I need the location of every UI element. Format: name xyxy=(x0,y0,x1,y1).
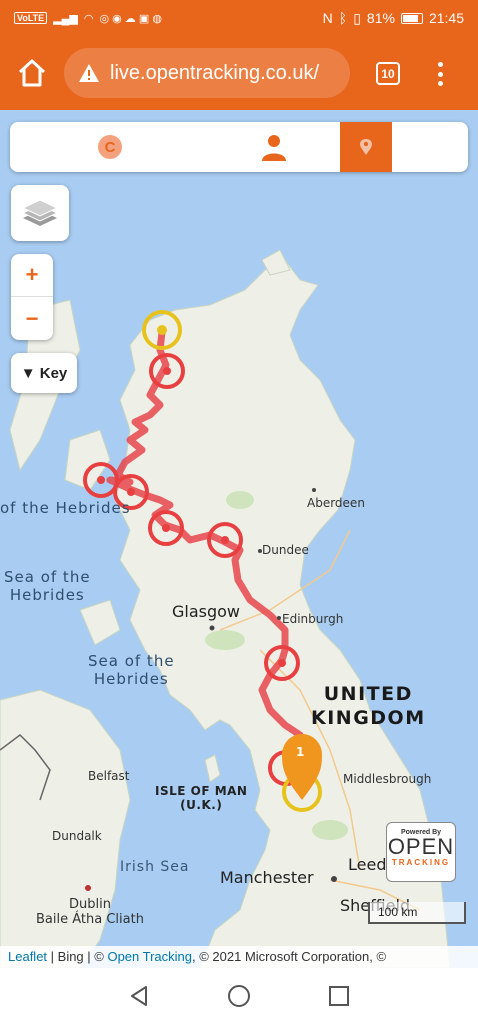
city-dot xyxy=(209,625,215,631)
signal-icon: ▂▄▆ xyxy=(53,12,78,25)
home-nav-button[interactable] xyxy=(227,984,251,1008)
open-tracking-logo[interactable]: Powered By OPEN TRACKING xyxy=(386,822,456,882)
browser-toolbar: live.opentracking.co.uk/ 10 xyxy=(0,36,478,110)
url-text: live.opentracking.co.uk/ xyxy=(110,61,320,84)
notification-icons: ◎ ◉ ☁ ▣ ◍ xyxy=(99,12,162,25)
map-label-dublin: Dublin Baile Átha Cliath xyxy=(36,897,144,927)
location-pin-icon xyxy=(360,139,372,155)
home-button[interactable] xyxy=(16,58,48,88)
battery-percent: 81% xyxy=(366,10,395,26)
scale-bar: 100 km xyxy=(368,902,466,924)
wifi-icon: ◠ xyxy=(83,12,94,25)
city-dot xyxy=(85,885,91,891)
overflow-menu-button[interactable] xyxy=(432,60,448,88)
status-bar: VoLTE ▂▄▆ ◠ ◎ ◉ ☁ ▣ ◍ N ᛒ ▯ 81% 21:45 xyxy=(0,0,478,36)
map-label-dundee: Dundee xyxy=(262,543,309,557)
bluetooth-icon: ᛒ xyxy=(338,10,348,26)
attribution-rest: , © 2021 Microsoft Corporation, © xyxy=(192,949,387,964)
map-label-sea-hebrides-2: Sea of the Hebrides xyxy=(88,652,175,688)
park-area xyxy=(312,820,348,840)
map-label-manchester: Manchester xyxy=(220,868,314,887)
map-label-isle-of-man: ISLE OF MAN (U.K.) xyxy=(155,784,248,812)
tab-location[interactable] xyxy=(340,122,392,172)
c-badge: C xyxy=(98,135,122,159)
map-label-united-kingdom: UNITED KINGDOM xyxy=(311,683,426,729)
open-tracking-link[interactable]: Open Tracking xyxy=(107,949,192,964)
home-icon xyxy=(18,59,46,87)
tab-switcher-button[interactable]: 10 xyxy=(376,62,400,85)
layers-button[interactable] xyxy=(11,185,69,241)
map-label-middlesbrough: Middlesbrough xyxy=(343,772,432,786)
zoom-control: + − xyxy=(11,254,53,340)
vibrate-icon: ▯ xyxy=(353,9,361,26)
map-label-dundalk: Dundalk xyxy=(52,829,102,843)
nfc-icon: N xyxy=(322,10,333,26)
brand-name: OPEN xyxy=(387,834,455,859)
warning-icon xyxy=(78,63,100,83)
status-left: VoLTE ▂▄▆ ◠ ◎ ◉ ☁ ▣ ◍ xyxy=(14,12,162,25)
city-dot xyxy=(277,616,281,620)
person-icon xyxy=(262,135,286,161)
map-label-irish-sea: Irish Sea xyxy=(120,859,190,875)
zoom-in-button[interactable]: + xyxy=(11,254,53,297)
leaflet-link[interactable]: Leaflet xyxy=(8,949,47,964)
brand-sub: TRACKING xyxy=(391,858,451,867)
tracking-panel: C xyxy=(10,122,468,172)
map-label-hebrides-top: of the Hebrides xyxy=(0,499,131,517)
tab-competitors[interactable]: C xyxy=(10,122,210,172)
clock: 21:45 xyxy=(428,10,464,26)
map-label-edinburgh: Edinburgh xyxy=(282,612,344,626)
map-label-sea-hebrides-1: Sea of the Hebrides xyxy=(4,568,91,604)
map-label-leeds: Leed xyxy=(348,855,387,874)
park-area xyxy=(205,630,245,650)
battery-icon xyxy=(400,12,423,24)
map-label-belfast: Belfast xyxy=(88,769,130,783)
volte-indicator: VoLTE xyxy=(14,12,48,24)
attribution-separator: | Bing | © xyxy=(47,949,108,964)
map-label-aberdeen: Aberdeen xyxy=(307,496,365,510)
recents-button[interactable] xyxy=(328,985,350,1007)
isle-of-man-land xyxy=(204,754,221,783)
system-nav-bar xyxy=(0,968,478,1023)
address-bar[interactable]: live.opentracking.co.uk/ xyxy=(64,48,350,98)
mull-island xyxy=(79,599,121,646)
city-dot xyxy=(312,488,316,492)
map-attribution: Leaflet | Bing | © Open Tracking, © 2021… xyxy=(0,946,478,968)
map[interactable]: of the Hebrides Sea of the Hebrides Sea … xyxy=(0,110,478,968)
park-area xyxy=(226,491,254,509)
tab-person[interactable] xyxy=(210,122,338,172)
zoom-out-button[interactable]: − xyxy=(11,297,53,340)
status-right: N ᛒ ▯ 81% 21:45 xyxy=(323,10,464,27)
city-dot xyxy=(331,876,337,882)
map-label-glasgow: Glasgow xyxy=(172,602,241,621)
key-button[interactable]: ▼ Key xyxy=(11,353,77,393)
layers-icon xyxy=(21,199,59,226)
marker-count[interactable]: 1 xyxy=(296,745,304,759)
back-button[interactable] xyxy=(128,985,150,1007)
